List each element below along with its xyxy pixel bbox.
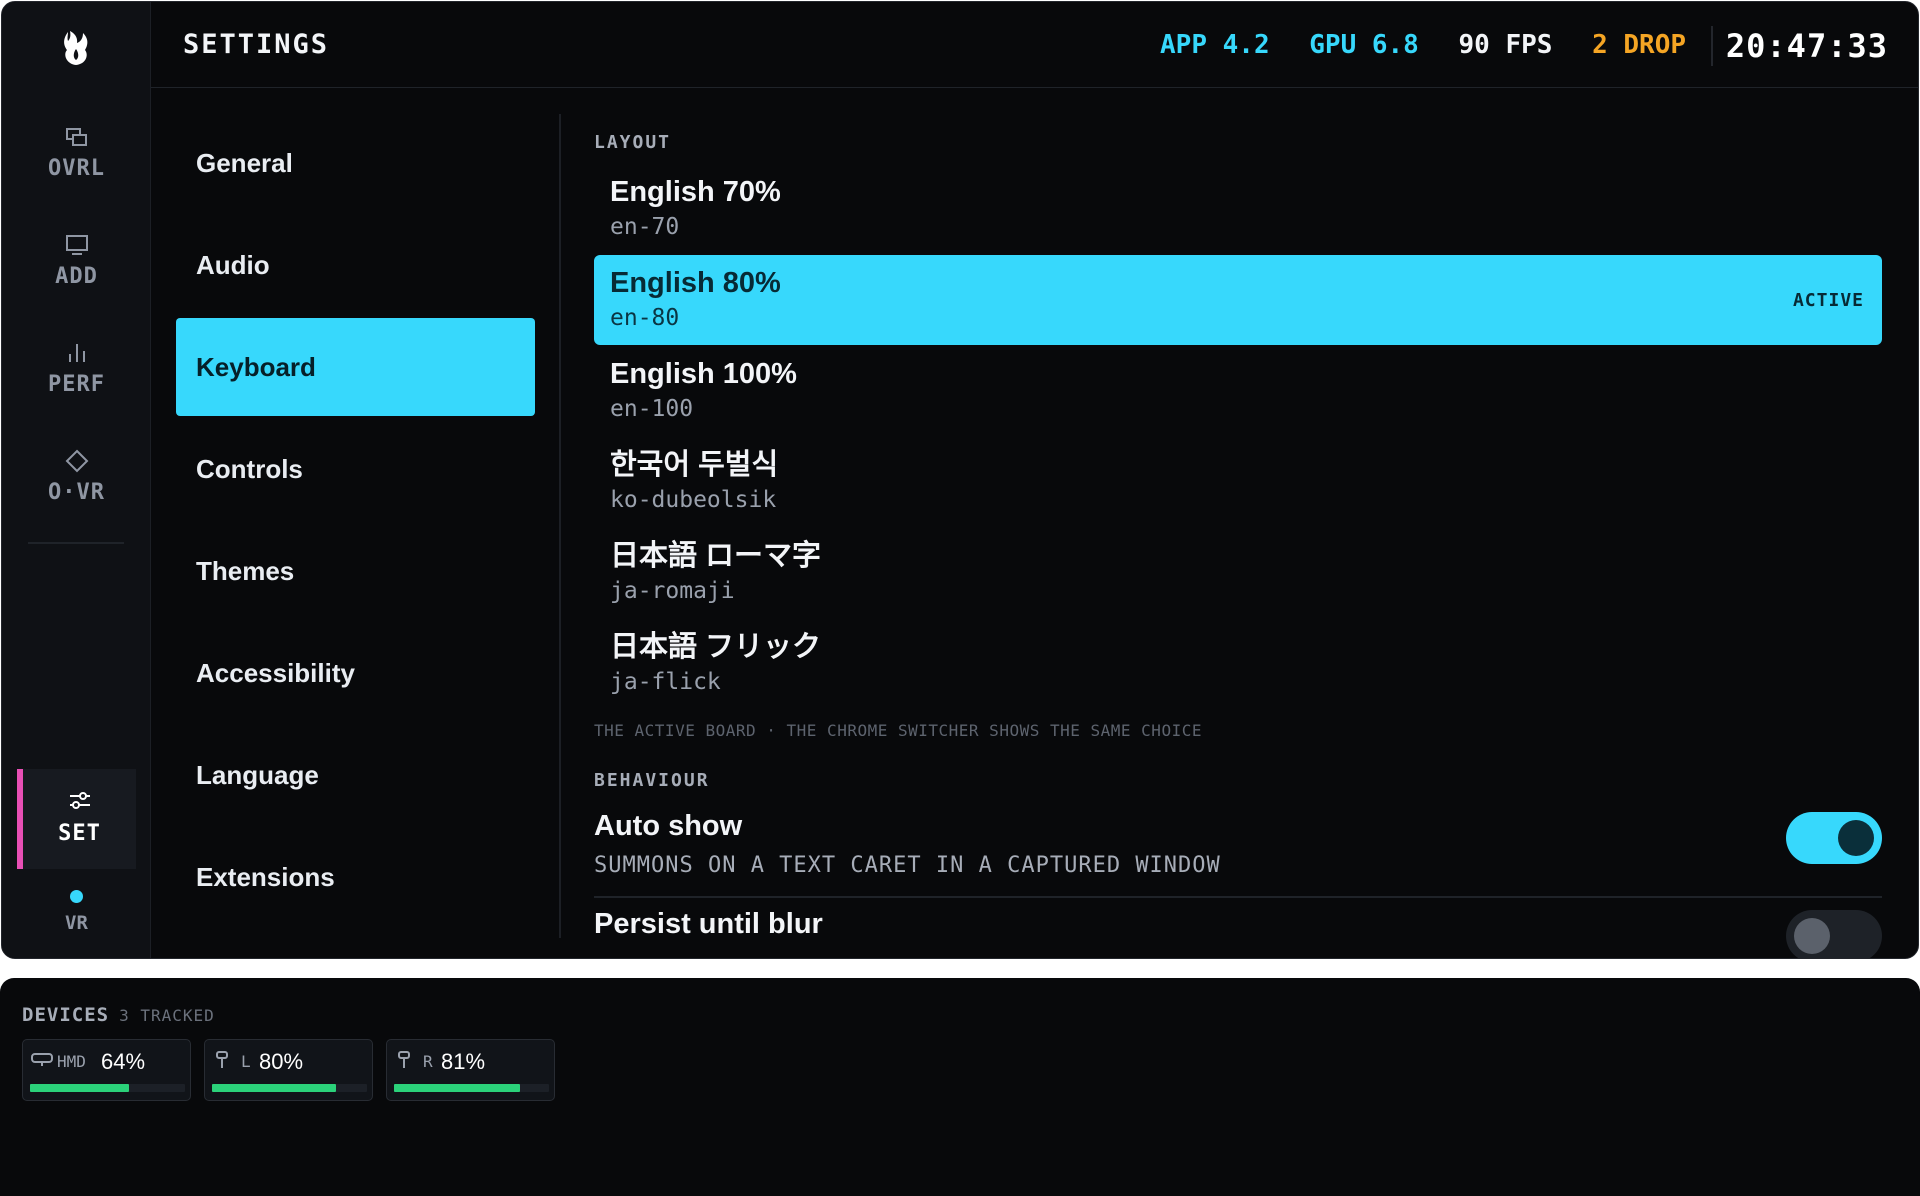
- drop-stat: 2 DROP: [1592, 30, 1686, 60]
- device-name: R: [423, 1052, 433, 1071]
- row-divider: [594, 896, 1882, 898]
- layout-name: 日本語 ローマ字: [610, 540, 822, 572]
- nav-item-general[interactable]: General: [176, 114, 535, 212]
- layout-name: English 70%: [610, 176, 781, 208]
- layout-option-active[interactable]: English 80% en-80 ACTIVE: [594, 255, 1882, 345]
- rail-label: PERF: [48, 372, 105, 397]
- layout-name: 日本語 フリック: [610, 631, 822, 663]
- toggle-knob: [1794, 918, 1830, 954]
- battery-fill: [394, 1084, 520, 1092]
- layout-name: English 100%: [610, 358, 797, 390]
- vr-label: VR: [65, 912, 88, 934]
- nav-item-themes[interactable]: Themes: [176, 522, 535, 620]
- controller-icon: [216, 1051, 228, 1068]
- rail-divider: [28, 542, 124, 544]
- perf-stats: APP 4.2 GPU 6.8 90 FPS 2 DROP: [1136, 30, 1686, 60]
- layout-option[interactable]: English 70% en-70: [594, 164, 1882, 254]
- devices-label: DEVICES: [22, 1004, 110, 1026]
- overlay-icon: [65, 128, 87, 146]
- monitor-icon: [65, 235, 88, 255]
- keyboard-settings: LAYOUT English 70% en-70 English 80% en-…: [594, 88, 1882, 958]
- layout-code: ja-romaji: [610, 578, 735, 604]
- app-stat: APP 4.2: [1160, 30, 1270, 60]
- bars-icon: [68, 344, 85, 362]
- layout-code: ko-dubeolsik: [610, 487, 777, 513]
- app-window: OVRL ADD PERF O·VR SET VR SETTINGS APP 4…: [1, 1, 1919, 959]
- devices-panel: DEVICES 3 TRACKED HMD 64% L 80% R 81%: [0, 978, 1920, 1196]
- devices-count: 3 TRACKED: [119, 1006, 215, 1025]
- layout-code: en-80: [610, 305, 680, 331]
- layout-section-label: LAYOUT: [594, 132, 672, 153]
- layout-option[interactable]: English 100% en-100: [594, 346, 1882, 436]
- auto-show-desc: SUMMONS ON A TEXT CARET IN A CAPTURED WI…: [594, 853, 1221, 878]
- settings-nav: General Audio Keyboard Controls Themes A…: [151, 88, 561, 958]
- battery-bar: [394, 1084, 549, 1092]
- nav-item-language[interactable]: Language: [176, 726, 535, 824]
- persist-title: Persist until blur: [594, 908, 823, 940]
- device-battery: 64%: [101, 1049, 146, 1074]
- rail-label: O·VR: [48, 480, 105, 505]
- rail-label: OVRL: [48, 156, 105, 181]
- rail-item-add[interactable]: ADD: [2, 232, 151, 322]
- device-card-hmd[interactable]: HMD 64%: [22, 1039, 191, 1101]
- layout-option[interactable]: 日本語 ローマ字 ja-romaji: [594, 528, 1882, 618]
- layout-name: English 80%: [610, 267, 781, 299]
- device-card-left[interactable]: L 80%: [204, 1039, 373, 1101]
- gpu-stat: GPU 6.8: [1309, 30, 1419, 60]
- rail-label: SET: [58, 821, 101, 846]
- auto-show-title: Auto show: [594, 810, 743, 842]
- fps-stat: 90 FPS: [1458, 30, 1553, 60]
- nav-divider: [559, 114, 561, 938]
- nav-item-keyboard[interactable]: Keyboard: [176, 318, 535, 416]
- persist-row: Persist until blur: [594, 908, 1882, 958]
- nav-item-controls[interactable]: Controls: [176, 420, 535, 518]
- device-name: L: [241, 1052, 251, 1071]
- device-battery: 81%: [441, 1049, 486, 1074]
- battery-fill: [212, 1084, 336, 1092]
- topbar-divider: [1711, 26, 1713, 66]
- toggle-knob: [1838, 820, 1874, 856]
- active-badge: ACTIVE: [1792, 290, 1864, 311]
- rail-item-set[interactable]: SET: [17, 769, 136, 869]
- auto-show-row: Auto show SUMMONS ON A TEXT CARET IN A C…: [594, 810, 1882, 878]
- diamond-icon: [65, 449, 88, 473]
- device-name: HMD: [57, 1052, 86, 1071]
- headset-icon: [31, 1053, 53, 1066]
- device-battery: 80%: [259, 1049, 304, 1074]
- nav-item-extensions[interactable]: Extensions: [176, 828, 535, 926]
- layout-name: 한국어 두벌식: [610, 449, 779, 481]
- controller-icon: [398, 1051, 410, 1068]
- battery-bar: [30, 1084, 185, 1092]
- nav-item-accessibility[interactable]: Accessibility: [176, 624, 535, 722]
- layout-hint: THE ACTIVE BOARD · THE CHROME SWITCHER S…: [594, 721, 1202, 740]
- layout-option[interactable]: 한국어 두벌식 ko-dubeolsik: [594, 437, 1882, 527]
- layout-option[interactable]: 日本語 フリック ja-flick: [594, 619, 1882, 709]
- top-bar: SETTINGS APP 4.2 GPU 6.8 90 FPS 2 DROP 2…: [151, 2, 1918, 88]
- persist-toggle[interactable]: [1786, 910, 1882, 958]
- side-rail: OVRL ADD PERF O·VR SET VR: [2, 2, 151, 958]
- layout-code: ja-flick: [610, 669, 721, 695]
- devices-title: DEVICES 3 TRACKED: [22, 1004, 215, 1026]
- battery-fill: [30, 1084, 130, 1092]
- behaviour-section-label: BEHAVIOUR: [594, 770, 710, 791]
- layout-code: en-100: [610, 396, 694, 422]
- rail-item-perf[interactable]: PERF: [2, 340, 151, 430]
- rail-item-ovr[interactable]: O·VR: [2, 448, 151, 538]
- layout-code: en-70: [610, 214, 680, 240]
- clock: 20:47:33: [1725, 27, 1888, 65]
- page-title: SETTINGS: [183, 29, 330, 60]
- rail-label: ADD: [55, 264, 98, 289]
- battery-bar: [212, 1084, 367, 1092]
- nav-item-audio[interactable]: Audio: [176, 216, 535, 314]
- auto-show-toggle[interactable]: [1786, 812, 1882, 864]
- device-card-right[interactable]: R 81%: [386, 1039, 555, 1101]
- flame-logo-icon: [64, 31, 88, 65]
- vr-status-dot: [70, 890, 83, 903]
- sliders-icon: [69, 792, 90, 809]
- rail-item-ovrl[interactable]: OVRL: [2, 124, 151, 214]
